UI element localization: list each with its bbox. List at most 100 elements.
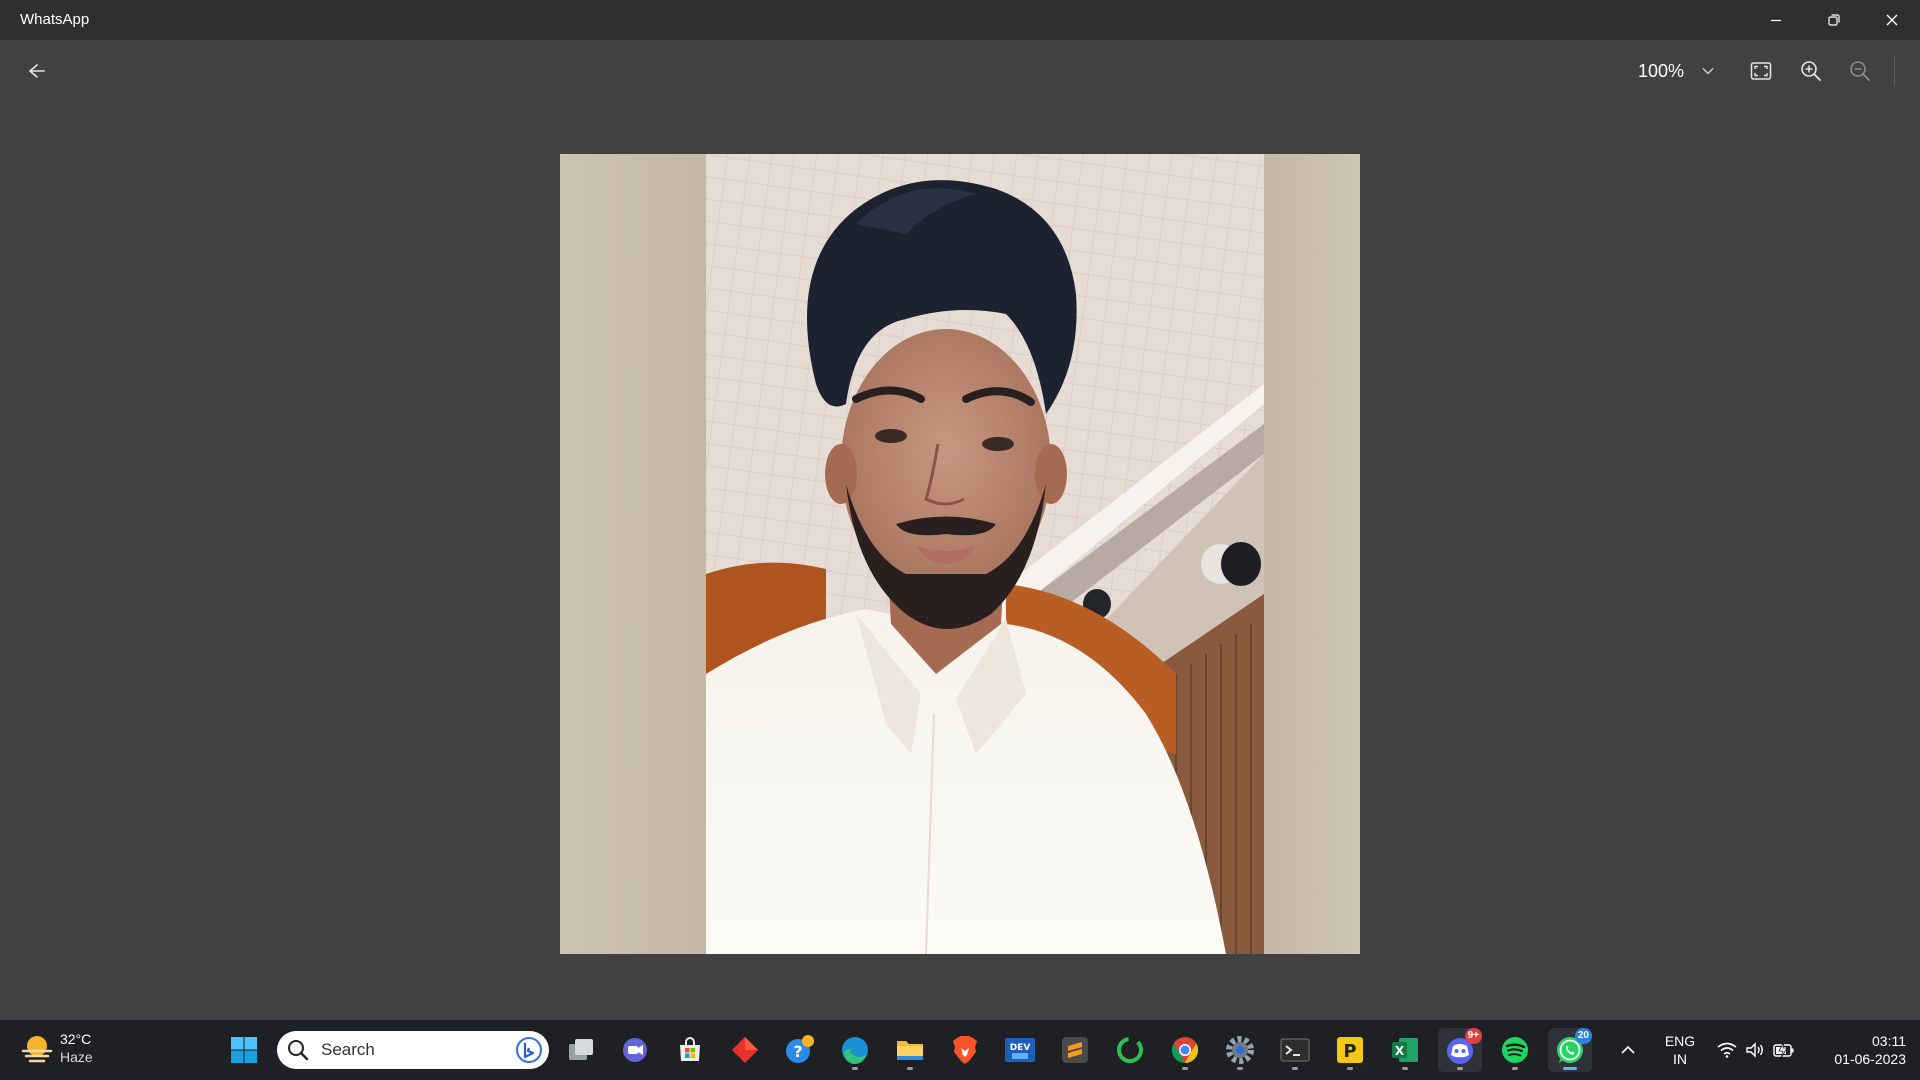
file-explorer-button[interactable] [888, 1028, 932, 1072]
task-view-icon [569, 1039, 593, 1060]
language-code: ENG [1664, 1033, 1696, 1049]
title-bar: WhatsApp [0, 0, 1920, 40]
clock-time: 03:11 [1872, 1033, 1906, 1049]
back-arrow-icon [29, 64, 45, 78]
fit-window-icon [1750, 62, 1772, 80]
brave-icon [953, 1036, 977, 1064]
search-input[interactable] [321, 1037, 491, 1063]
running-indicator [1457, 1067, 1463, 1070]
show-hidden-icons-button[interactable] [1610, 1028, 1646, 1072]
edge-button[interactable] [833, 1028, 877, 1072]
spotify-icon [1502, 1037, 1528, 1063]
viewer-toolbar: 100% [0, 40, 1920, 100]
language-indicator[interactable]: ENG IN [1656, 1032, 1704, 1068]
p-app-button[interactable]: P [1328, 1028, 1372, 1072]
svg-text:X: X [1395, 1044, 1405, 1058]
search-icon [288, 1040, 309, 1061]
microsoft-store-button[interactable] [668, 1028, 712, 1072]
battery-charging-icon [1773, 1042, 1794, 1058]
chrome-button[interactable] [1163, 1028, 1207, 1072]
svg-text:?: ? [793, 1042, 802, 1061]
devtoys-icon: DEV [1005, 1038, 1035, 1062]
restore-button[interactable] [1806, 0, 1862, 40]
back-button[interactable] [22, 57, 52, 85]
running-indicator [1292, 1067, 1298, 1070]
wifi-icon [1717, 1042, 1737, 1058]
help-icon: ? [786, 1035, 814, 1063]
zoom-in-icon [1801, 61, 1821, 81]
running-indicator [1237, 1067, 1243, 1070]
chrome-icon [1171, 1036, 1199, 1064]
zoom-level-value: 100% [1638, 60, 1685, 81]
edge-icon [842, 1037, 868, 1065]
zoom-dropdown[interactable]: 100% [1624, 54, 1728, 88]
sublime-text-button[interactable] [1053, 1028, 1097, 1072]
image-viewer-stage [0, 100, 1920, 1020]
zoom-in-button[interactable] [1794, 56, 1828, 86]
gear-icon [1226, 1036, 1254, 1064]
svg-text:DEV: DEV [1010, 1043, 1031, 1053]
clock-date: 01-06-2023 [1834, 1051, 1906, 1067]
ring-icon [1117, 1037, 1143, 1063]
language-region: IN [1673, 1051, 1687, 1067]
teams-chat-button[interactable] [613, 1028, 657, 1072]
svg-text:P: P [1343, 1041, 1356, 1062]
active-indicator [1563, 1067, 1577, 1070]
running-indicator [1512, 1067, 1518, 1070]
portrait-photo [706, 154, 1264, 954]
brave-button[interactable] [943, 1028, 987, 1072]
excel-button[interactable]: X [1383, 1028, 1427, 1072]
window-title: WhatsApp [20, 11, 90, 28]
running-indicator [852, 1067, 858, 1070]
fit-to-window-button[interactable] [1744, 56, 1778, 86]
task-view-button[interactable] [559, 1028, 603, 1072]
store-icon [680, 1037, 700, 1061]
taskbar: 32°C Haze Search ? DEV P X 9+ 20 ENG IN … [0, 1020, 1920, 1080]
notification-badge: 20 [1574, 1028, 1592, 1044]
windows-logo-icon [231, 1037, 257, 1063]
running-indicator [1347, 1067, 1353, 1070]
excel-icon: X [1392, 1038, 1418, 1062]
notification-badge: 9+ [1464, 1028, 1482, 1044]
discord-button[interactable]: 9+ [1438, 1028, 1482, 1072]
running-indicator [907, 1067, 913, 1070]
weather-widget[interactable]: 32°C Haze [20, 1030, 93, 1066]
close-icon [1886, 14, 1898, 26]
portrait-illustration [706, 154, 1264, 954]
terminal-button[interactable] [1273, 1028, 1317, 1072]
profile-photo [560, 154, 1360, 954]
bing-icon[interactable] [515, 1036, 543, 1064]
devtoys-button[interactable]: DEV [998, 1028, 1042, 1072]
settings-button[interactable] [1218, 1028, 1262, 1072]
spotify-button[interactable] [1493, 1028, 1537, 1072]
zoom-out-icon [1850, 61, 1870, 81]
toolbar-divider [1894, 56, 1895, 86]
running-indicator [1402, 1067, 1408, 1070]
clock[interactable]: 03:11 01-06-2023 [1812, 1032, 1906, 1068]
photo-padding-left [560, 154, 706, 954]
minimize-button[interactable] [1748, 0, 1804, 40]
sublime-icon [1062, 1037, 1088, 1063]
terminal-icon [1280, 1038, 1310, 1062]
quick-settings-button[interactable] [1712, 1028, 1800, 1072]
ring-app-button[interactable] [1108, 1028, 1152, 1072]
whatsapp-button[interactable]: 20 [1548, 1028, 1592, 1072]
close-button[interactable] [1864, 0, 1920, 40]
weather-condition: Haze [60, 1049, 93, 1065]
minimize-icon [1771, 19, 1781, 22]
chevron-down-icon [1702, 68, 1714, 75]
p-icon: P [1337, 1037, 1363, 1063]
zoom-out-button[interactable] [1843, 56, 1877, 86]
volume-icon [1746, 1042, 1763, 1058]
sun-haze-icon [21, 1036, 53, 1063]
weather-temperature: 32°C [60, 1031, 92, 1047]
folder-icon [897, 1041, 923, 1060]
start-button[interactable] [222, 1028, 266, 1072]
chevron-up-icon [1621, 1045, 1635, 1054]
diamond-icon [732, 1037, 758, 1063]
photo-padding-right [1264, 154, 1360, 954]
diamond-app-button[interactable] [723, 1028, 767, 1072]
restore-icon [1828, 14, 1840, 26]
taskbar-search[interactable] [277, 1031, 549, 1069]
get-help-button[interactable]: ? [778, 1028, 822, 1072]
